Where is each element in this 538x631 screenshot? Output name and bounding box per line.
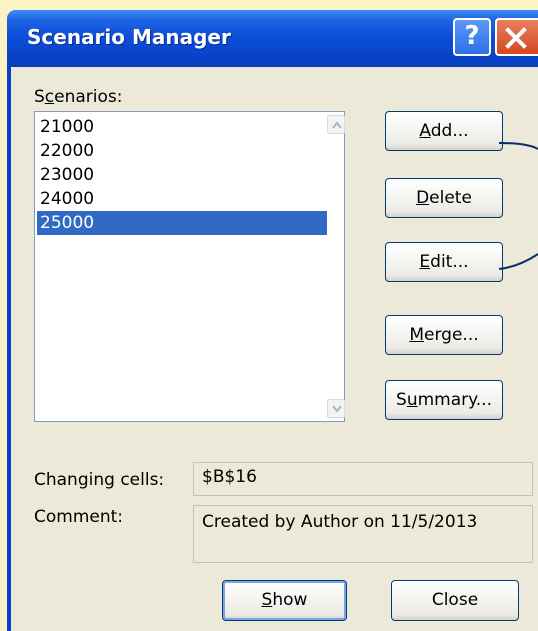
list-item[interactable]: 24000 [37,187,327,211]
close-button[interactable]: Close [391,580,519,621]
changing-cells-label: Changing cells: [34,470,165,490]
title-bar[interactable]: Scenario Manager ? [7,10,538,67]
summary-button[interactable]: Summary... [385,380,503,420]
merge-button[interactable]: Merge... [385,315,503,355]
scenario-manager-dialog: Scenario Manager ? Scenarios: 21000 2200… [7,10,538,631]
scenarios-label: Scenarios: [34,87,123,107]
scroll-up-button[interactable] [327,115,345,134]
changing-cells-value: $B$16 [193,462,533,496]
list-item[interactable]: 21000 [37,115,327,139]
dialog-title: Scenario Manager [27,25,231,49]
chevron-down-icon [332,405,342,413]
dialog-body: Scenarios: 21000 22000 23000 24000 25000… [11,67,538,631]
help-icon: ? [464,21,480,51]
list-item[interactable]: 22000 [37,139,327,163]
chevron-up-icon [332,121,342,129]
show-button[interactable]: Show [222,580,347,621]
comment-label: Comment: [34,507,124,527]
list-item-selected[interactable]: 25000 [37,211,327,235]
edit-button[interactable]: Edit... [385,242,503,282]
close-window-button[interactable] [495,18,538,56]
scroll-down-button[interactable] [327,399,345,418]
add-button[interactable]: Add... [385,111,503,151]
help-button[interactable]: ? [453,18,491,56]
list-item[interactable]: 23000 [37,163,327,187]
close-icon [505,27,527,49]
delete-button[interactable]: Delete [385,178,503,218]
scenarios-listbox[interactable]: 21000 22000 23000 24000 25000 [34,111,345,422]
comment-value: Created by Author on 11/5/2013 [193,505,533,563]
